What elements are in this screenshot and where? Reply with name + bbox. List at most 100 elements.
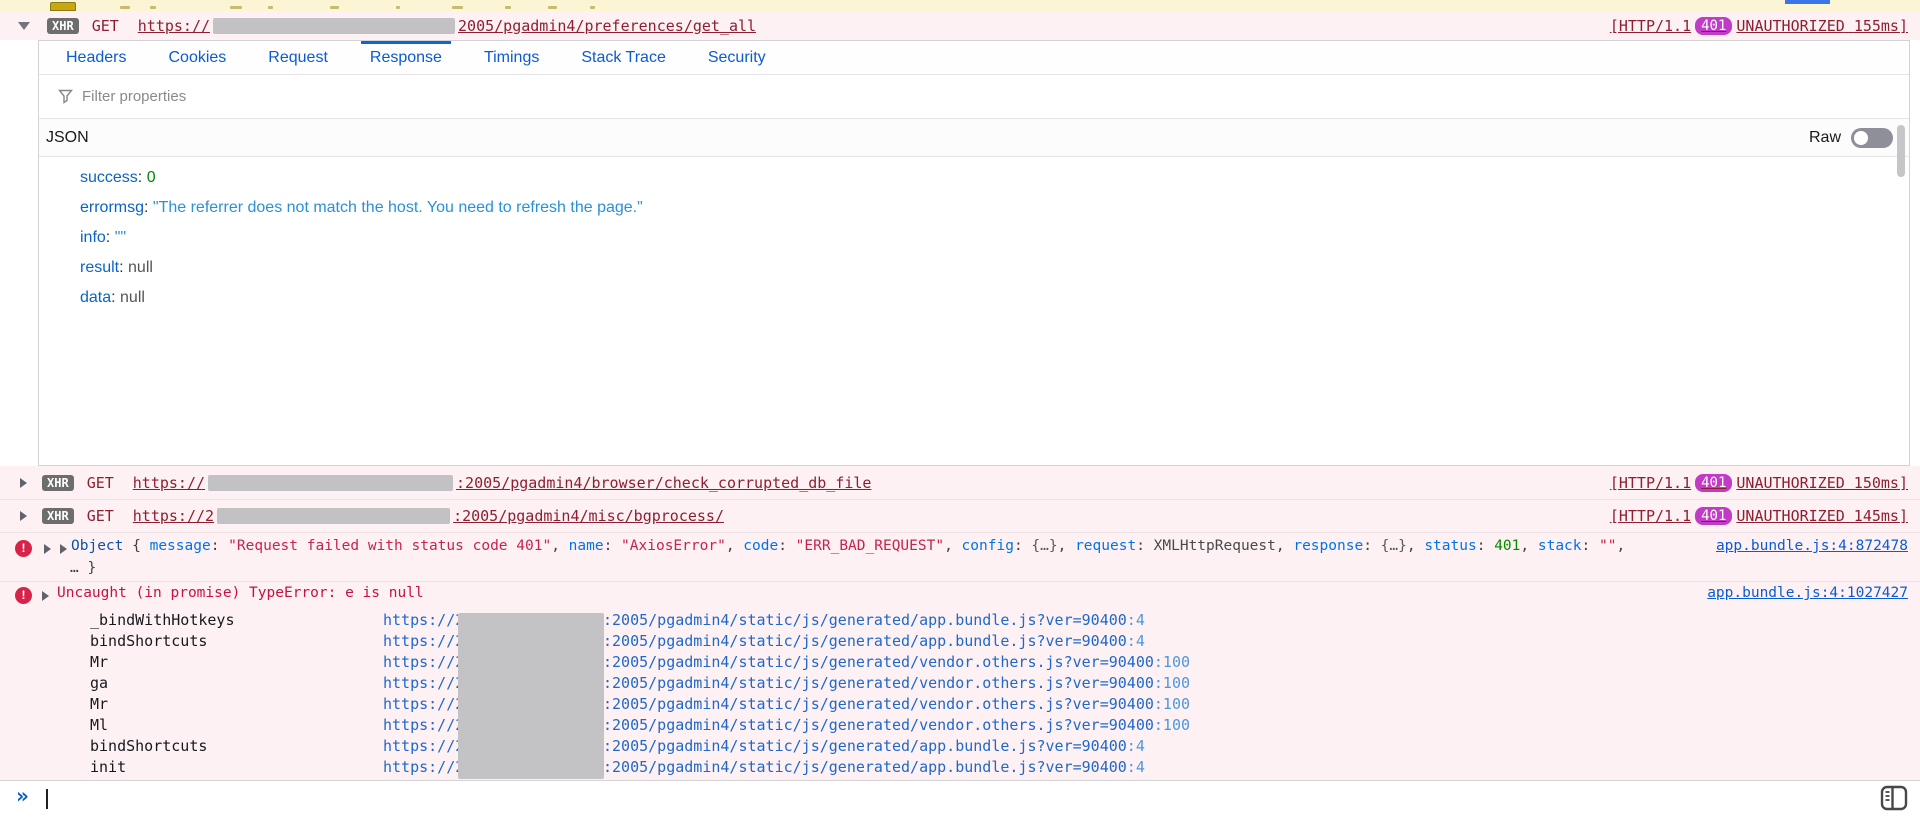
console-input-row: » xyxy=(0,780,1920,833)
stack-url-prefix[interactable]: https://2 xyxy=(383,695,464,713)
scrollbar-thumb[interactable] xyxy=(1897,125,1905,177)
tab-response[interactable]: Response xyxy=(370,41,442,75)
tab-timings[interactable]: Timings xyxy=(484,41,539,75)
tab-request[interactable]: Request xyxy=(268,41,328,75)
request-url[interactable]: https://:2005/pgadmin4/browser/check_cor… xyxy=(133,474,872,492)
stack-url-path: :2005/pgadmin4/static/js/generated/vendo… xyxy=(603,695,1154,713)
property-value: null xyxy=(120,289,145,306)
filter-row xyxy=(39,75,1909,119)
property-value: "The referrer does not match the host. Y… xyxy=(153,199,643,216)
object-expand-arrow-icon[interactable] xyxy=(60,544,67,554)
property-colon: : xyxy=(111,289,120,306)
token-key: config xyxy=(962,538,1014,554)
property-key: data xyxy=(80,289,111,306)
source-link[interactable]: app.bundle.js:4:872478 xyxy=(1716,538,1908,554)
stack-function-name: Mr xyxy=(90,695,108,713)
json-property-row: info: "" xyxy=(80,223,1909,253)
stack-url-path: :2005/pgadmin4/static/js/generated/app.b… xyxy=(603,632,1127,650)
stack-source-link[interactable]: :2005/pgadmin4/static/js/generated/app.b… xyxy=(603,737,1145,755)
clipped-text-fragment xyxy=(452,6,463,9)
stack-url-path: :2005/pgadmin4/static/js/generated/app.b… xyxy=(603,611,1127,629)
clipped-text-fragment xyxy=(150,6,156,9)
console-input[interactable] xyxy=(54,785,1754,811)
stack-line-number: :4 xyxy=(1127,632,1145,650)
stack-url-prefix[interactable]: https://2 xyxy=(383,653,464,671)
tab-headers[interactable]: Headers xyxy=(66,41,126,75)
stack-line-number: :4 xyxy=(1127,737,1145,755)
raw-toggle[interactable] xyxy=(1851,128,1893,148)
filter-properties-input[interactable] xyxy=(82,88,482,105)
json-property-row: result: null xyxy=(80,253,1909,283)
clipped-text-fragment xyxy=(548,6,557,9)
clipped-warning-row xyxy=(0,0,1920,11)
stack-url-prefix[interactable]: https://2 xyxy=(383,716,464,734)
stack-frame-row: Mr https://2 :2005/pgadmin4/static/js/gene… xyxy=(0,695,1920,716)
clipped-text-fragment xyxy=(268,6,273,9)
url-prefix: https://2 xyxy=(133,507,214,525)
toggle-knob xyxy=(1854,131,1868,145)
tab-stack-trace[interactable]: Stack Trace xyxy=(581,41,665,75)
stack-url-prefix[interactable]: https://2 xyxy=(383,737,464,755)
stack-line-number: :4 xyxy=(1127,611,1145,629)
stack-source-link[interactable]: :2005/pgadmin4/static/js/generated/vendo… xyxy=(603,716,1190,734)
request-url[interactable]: https://2005/pgadmin4/preferences/get_al… xyxy=(138,17,756,35)
xhr-badge: XHR xyxy=(42,475,74,491)
stack-source-link[interactable]: :2005/pgadmin4/static/js/generated/vendo… xyxy=(603,674,1190,692)
xhr-badge: XHR xyxy=(47,18,79,34)
stack-trace: _bindWithHotkeyshttps://2:2005/pgadmin4/… xyxy=(0,611,1920,779)
stack-url-prefix[interactable]: https://2 xyxy=(383,611,464,629)
clipped-text-fragment xyxy=(330,6,339,9)
url-suffix: :2005/pgadmin4/misc/bgprocess/ xyxy=(453,507,724,525)
redacted-host-block xyxy=(458,613,604,779)
network-row[interactable]: XHRGEThttps://2:2005/pgadmin4/misc/bgpro… xyxy=(0,499,1920,532)
stack-line-number: :100 xyxy=(1154,695,1190,713)
expand-arrow-icon[interactable] xyxy=(20,478,27,488)
token-punc: , xyxy=(1276,538,1293,554)
stack-function-name: Ml xyxy=(90,716,108,734)
stack-url-prefix[interactable]: https://2 xyxy=(383,674,464,692)
stack-url-path: :2005/pgadmin4/static/js/generated/vendo… xyxy=(603,716,1154,734)
collapse-arrow-icon[interactable] xyxy=(18,22,30,30)
token-ell: {…} xyxy=(1031,538,1057,554)
json-properties: success: 0errormsg: "The referrer does n… xyxy=(39,157,1909,313)
token-key: stack xyxy=(1538,538,1582,554)
expand-arrow-icon[interactable] xyxy=(44,544,51,554)
redacted-host xyxy=(213,18,455,34)
expand-arrow-icon[interactable] xyxy=(20,511,27,521)
link-underline-fragment xyxy=(1785,0,1830,4)
token-punc: : xyxy=(1582,538,1599,554)
request-url[interactable]: https://2 :2005/pgadmin4/misc/bgprocess/ xyxy=(133,507,724,525)
stack-line-number: :100 xyxy=(1154,653,1190,671)
stack-url-prefix[interactable]: https://2 xyxy=(383,758,464,776)
network-row[interactable]: XHRGEThttps://:2005/pgadmin4/browser/che… xyxy=(0,466,1920,499)
token-key: message xyxy=(150,538,211,554)
error-object-preview[interactable]: Object { message: "Request failed with s… xyxy=(71,538,1625,554)
stack-url-prefix[interactable]: https://2 xyxy=(383,632,464,650)
stack-source-link[interactable]: :2005/pgadmin4/static/js/generated/vendo… xyxy=(603,695,1190,713)
expand-arrow-icon[interactable] xyxy=(42,591,49,601)
property-key: errormsg xyxy=(80,199,144,216)
token-ell: {…} xyxy=(1381,538,1407,554)
token-punc: , xyxy=(1520,538,1537,554)
stack-function-name: Mr xyxy=(90,653,108,671)
stack-source-link[interactable]: :2005/pgadmin4/static/js/generated/app.b… xyxy=(603,758,1145,776)
stack-source-link[interactable]: :2005/pgadmin4/static/js/generated/app.b… xyxy=(603,611,1145,629)
stack-line-number: :100 xyxy=(1154,674,1190,692)
tab-cookies[interactable]: Cookies xyxy=(168,41,226,75)
stack-source-link[interactable]: :2005/pgadmin4/static/js/generated/app.b… xyxy=(603,632,1145,650)
property-value: 0 xyxy=(147,169,156,186)
source-link[interactable]: app.bundle.js:4:1027427 xyxy=(1707,585,1908,601)
redacted-host xyxy=(208,475,453,491)
tab-security[interactable]: Security xyxy=(708,41,766,75)
status-code-badge: 401 xyxy=(1695,507,1732,525)
stack-frame-row: bindShortcutshttps://2:2005/pgadmin4/sta… xyxy=(0,632,1920,653)
json-property-row: data: null xyxy=(80,283,1909,313)
stack-frame-row: Ml https://2 :2005/pgadmin4/static/js/gene… xyxy=(0,716,1920,737)
token-punc: , xyxy=(1058,538,1075,554)
request-status: [HTTP/1.1401UNAUTHORIZED 155ms] xyxy=(1610,17,1908,35)
devtools-console-panel: XHR GET https://2005/pgadmin4/preference… xyxy=(0,0,1920,833)
clipped-text-fragment xyxy=(120,6,130,9)
stack-source-link[interactable]: :2005/pgadmin4/static/js/generated/vendo… xyxy=(603,653,1190,671)
network-row-preferences[interactable]: XHR GET https://2005/pgadmin4/preference… xyxy=(0,11,1920,40)
split-console-icon[interactable] xyxy=(1880,785,1908,811)
